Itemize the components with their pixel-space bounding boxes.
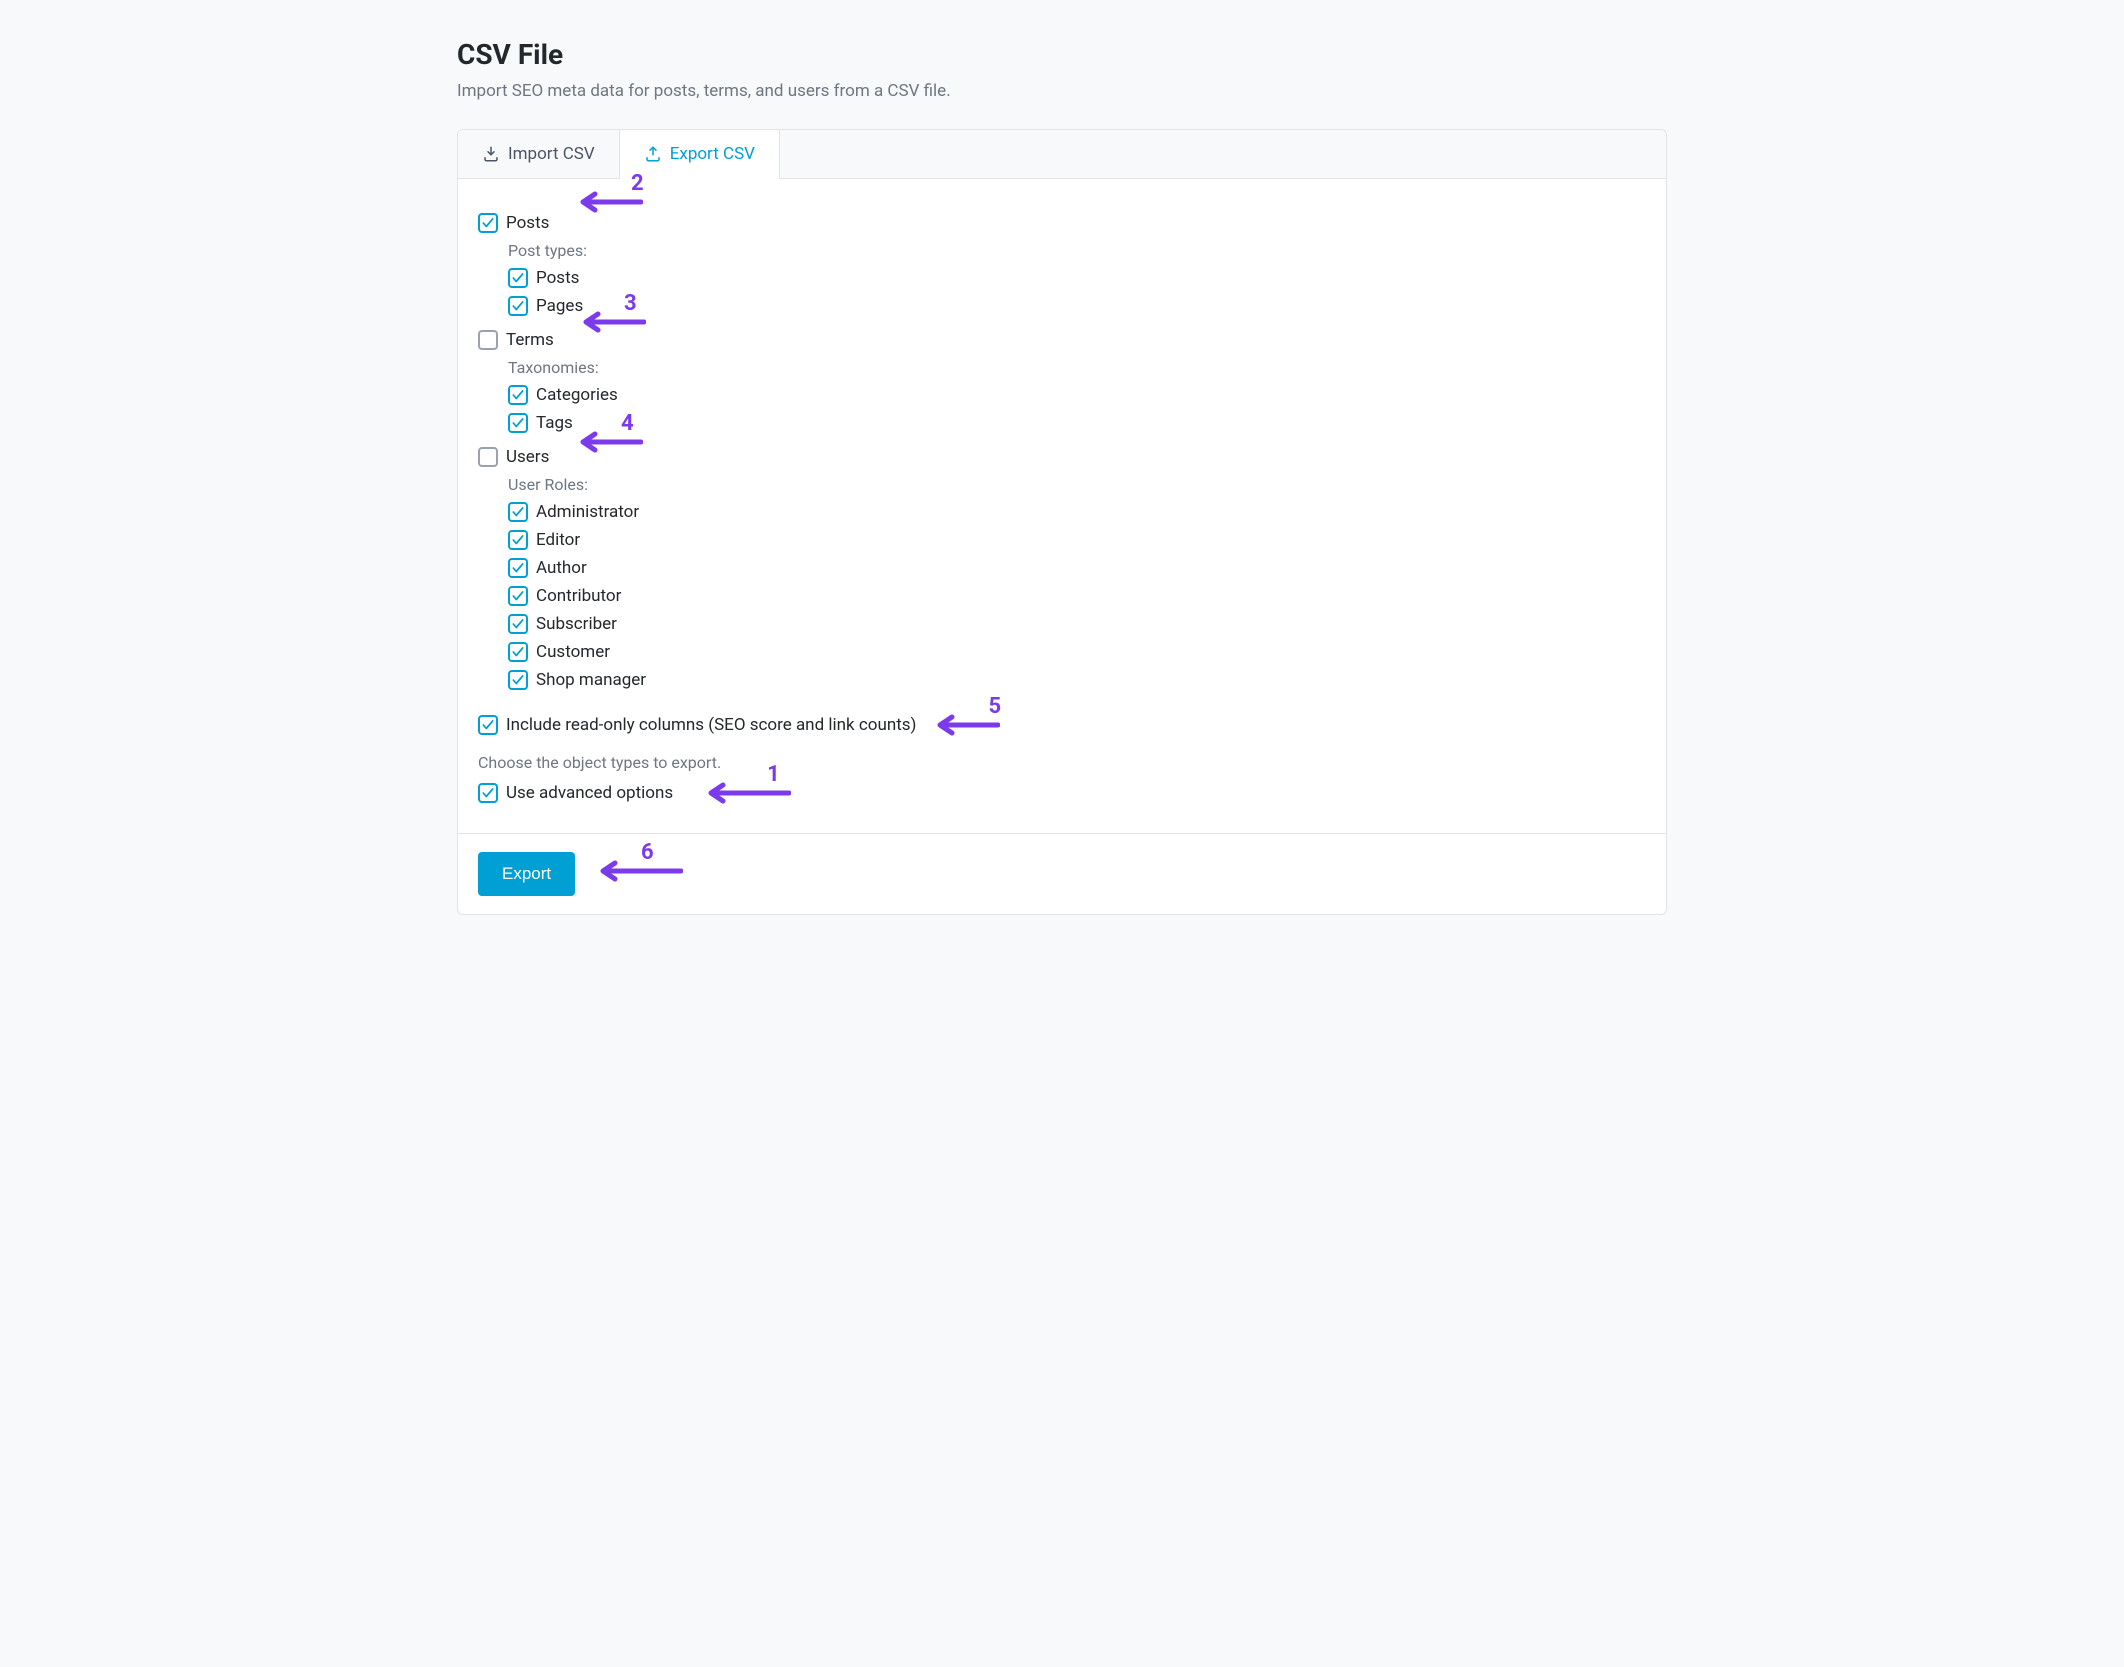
annotation-number: 6: [641, 840, 654, 865]
annotation-number: 5: [988, 694, 1001, 719]
tab-import-csv[interactable]: Import CSV: [458, 130, 620, 178]
subheading-taxonomies: Taxonomies:: [508, 354, 1646, 381]
label-advanced-options: Use advanced options: [506, 783, 673, 803]
label-posts: Posts: [506, 213, 549, 233]
tab-import-label: Import CSV: [508, 144, 595, 164]
checkbox-post-type-pages[interactable]: [508, 296, 528, 316]
checkbox-advanced-options[interactable]: [478, 783, 498, 803]
label-role: Contributor: [536, 586, 621, 606]
download-icon: [482, 145, 500, 163]
label-include-readonly: Include read-only columns (SEO score and…: [506, 715, 916, 735]
checkbox-role-administrator[interactable]: [508, 502, 528, 522]
tab-export-csv[interactable]: Export CSV: [620, 130, 780, 179]
page-description: Import SEO meta data for posts, terms, a…: [457, 81, 1667, 101]
arrow-left-icon: [701, 781, 791, 805]
label-role: Customer: [536, 642, 610, 662]
label-terms: Terms: [506, 330, 554, 350]
label-taxonomy: Tags: [536, 413, 573, 433]
panel-footer: Export 6: [458, 833, 1666, 914]
checkbox-posts[interactable]: [478, 213, 498, 233]
checkbox-users[interactable]: [478, 447, 498, 467]
label-users: Users: [506, 447, 549, 467]
checkbox-post-type-posts[interactable]: [508, 268, 528, 288]
label-role: Subscriber: [536, 614, 617, 634]
tabs: Import CSV Export CSV: [458, 130, 1666, 179]
group-terms: Terms Taxonomies: Categories Tags: [478, 326, 1646, 437]
subheading-user-roles: User Roles:: [508, 471, 1646, 498]
csv-panel: Import CSV Export CSV 2 3: [457, 129, 1667, 915]
tab-export-label: Export CSV: [670, 144, 755, 164]
arrow-left-icon: [593, 859, 683, 883]
checkbox-taxonomy-tags[interactable]: [508, 413, 528, 433]
checkbox-role-author[interactable]: [508, 558, 528, 578]
annotation-1: 1: [701, 780, 810, 805]
checkbox-role-contributor[interactable]: [508, 586, 528, 606]
annotation-6: 6: [593, 858, 702, 883]
arrow-left-icon: [930, 713, 1000, 737]
checkbox-role-customer[interactable]: [508, 642, 528, 662]
group-posts: Posts Post types: Posts Pages: [478, 209, 1646, 320]
label-role: Author: [536, 558, 587, 578]
checkbox-terms[interactable]: [478, 330, 498, 350]
export-button[interactable]: Export: [478, 852, 575, 896]
annotation-5: 5: [930, 712, 1019, 737]
label-post-type: Pages: [536, 296, 583, 316]
checkbox-role-shop-manager[interactable]: [508, 670, 528, 690]
subheading-post-types: Post types:: [508, 237, 1646, 264]
checkbox-role-subscriber[interactable]: [508, 614, 528, 634]
label-taxonomy: Categories: [536, 385, 618, 405]
checkbox-taxonomy-categories[interactable]: [508, 385, 528, 405]
label-role: Shop manager: [536, 670, 646, 690]
label-role: Administrator: [536, 502, 639, 522]
choose-note: Choose the object types to export.: [478, 741, 1646, 776]
label-role: Editor: [536, 530, 580, 550]
checkbox-role-editor[interactable]: [508, 530, 528, 550]
group-users: Users User Roles: Administrator Editor A…: [478, 443, 1646, 694]
checkbox-include-readonly[interactable]: [478, 715, 498, 735]
upload-icon: [644, 145, 662, 163]
label-post-type: Posts: [536, 268, 579, 288]
export-content: 2 3 4 Posts: [458, 179, 1666, 833]
page-title: CSV File: [457, 38, 1667, 71]
